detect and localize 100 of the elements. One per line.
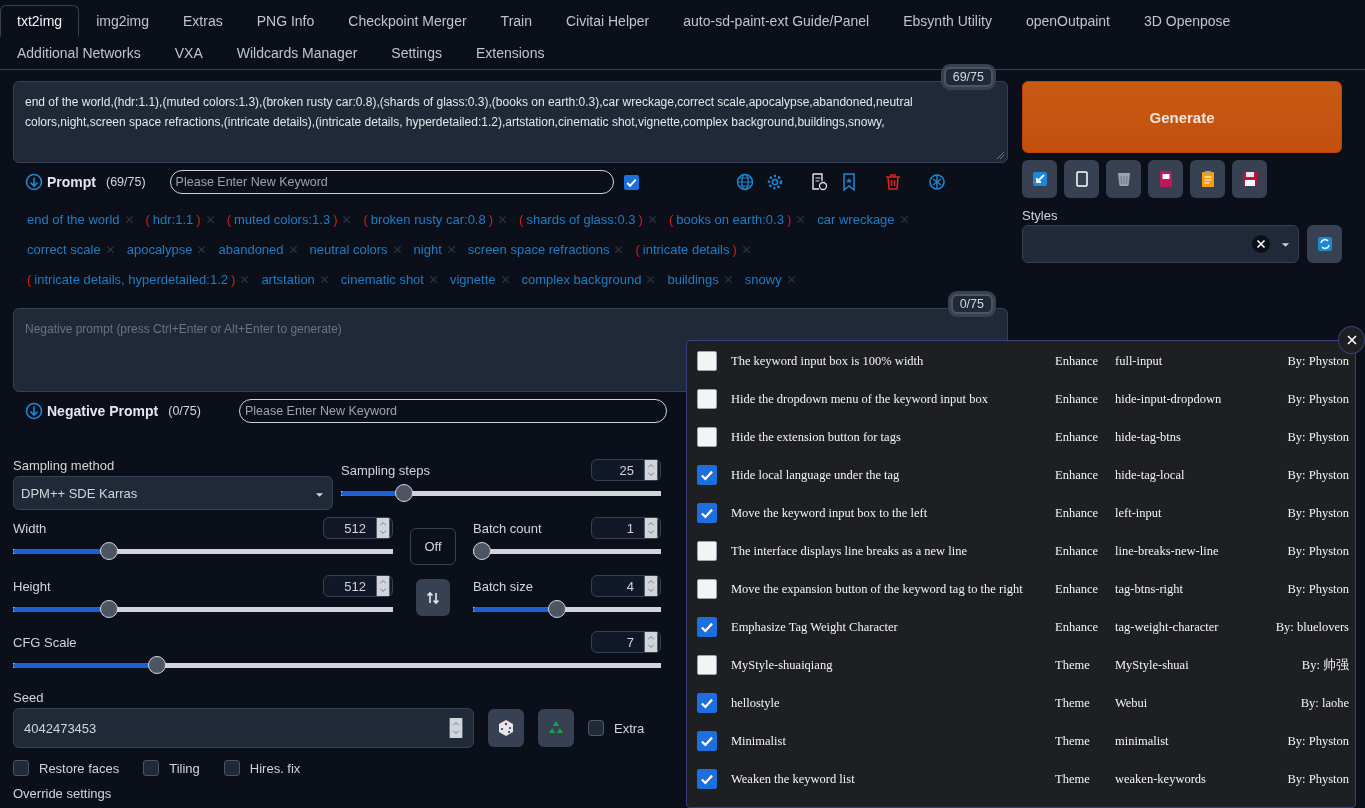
tag-chip[interactable]: vignette xyxy=(449,271,496,287)
toggle-button[interactable]: Off xyxy=(410,528,456,565)
tag-chip[interactable]: hdr:1.1 xyxy=(152,211,194,227)
checkbox[interactable] xyxy=(697,731,717,751)
slider-thumb[interactable] xyxy=(547,600,566,618)
keyword-input[interactable]: Please Enter New Keyword xyxy=(238,399,667,423)
tab[interactable]: 3D Openpose xyxy=(1127,5,1248,37)
tag-chip[interactable]: intricate details, hyperdetailed:1.2 xyxy=(34,271,229,287)
close-button[interactable] xyxy=(1338,326,1365,354)
tab[interactable]: Wildcards Manager xyxy=(219,37,375,69)
checkbox[interactable] xyxy=(697,465,717,485)
spinner-icon[interactable] xyxy=(644,460,658,480)
tag-chip[interactable]: broken rusty car:0.8 xyxy=(370,211,486,227)
checkbox[interactable] xyxy=(697,389,717,409)
checkbox[interactable] xyxy=(697,693,717,713)
globe-icon[interactable] xyxy=(734,172,755,192)
tag-chip[interactable]: intricate details xyxy=(642,241,730,257)
save-button[interactable] xyxy=(1232,160,1267,198)
slider-thumb[interactable] xyxy=(148,656,167,674)
checkbox[interactable] xyxy=(697,503,717,523)
checkbox[interactable] xyxy=(623,174,639,190)
number-input[interactable]: 512 xyxy=(323,575,393,597)
number-input[interactable]: 512 xyxy=(323,517,393,539)
refresh-button[interactable] xyxy=(1307,225,1342,263)
spinner-icon[interactable] xyxy=(376,518,390,538)
checkbox[interactable] xyxy=(697,351,717,371)
checkbox[interactable] xyxy=(13,760,29,776)
resize-grip-icon[interactable] xyxy=(995,150,1005,160)
tag-chip[interactable]: screen space refractions xyxy=(467,241,610,257)
tab[interactable]: txt2img xyxy=(0,5,80,37)
tag-chip[interactable]: books on earth:0.3 xyxy=(676,211,784,227)
slider-thumb[interactable] xyxy=(99,542,118,560)
collapse-icon[interactable] xyxy=(25,402,43,420)
swap-button[interactable] xyxy=(416,579,450,616)
spinner-icon[interactable] xyxy=(644,576,658,596)
tab[interactable]: VXA xyxy=(157,37,220,69)
tag-chip[interactable]: neutral colors xyxy=(309,241,388,257)
generate-button[interactable]: Generate xyxy=(1022,81,1342,153)
number-input[interactable]: 25 xyxy=(591,459,661,481)
slider-thumb[interactable] xyxy=(395,484,414,502)
tab[interactable]: PNG Info xyxy=(239,5,332,37)
number-input[interactable]: 7 xyxy=(591,631,661,653)
paren: ) xyxy=(786,211,792,227)
tag-chip[interactable]: muted colors:1.3 xyxy=(234,211,331,227)
tag-chip[interactable]: snowy xyxy=(744,271,782,287)
tab[interactable]: Extensions xyxy=(458,37,562,69)
number-input[interactable]: 1 xyxy=(591,517,661,539)
note-button[interactable] xyxy=(1148,160,1183,198)
spinner-icon[interactable] xyxy=(644,518,658,538)
tab[interactable]: auto-sd-paint-ext Guide/Panel xyxy=(666,5,887,37)
tab[interactable]: Extras xyxy=(166,5,240,37)
option-description: Hide the extension button for tags xyxy=(731,429,902,445)
keyword-input[interactable]: Please Enter New Keyword xyxy=(169,170,614,194)
prompt-field[interactable]: end of the world,(hdr:1.1),(muted colors:1.3),(broken rusty car:0.8),(shards of glass:0.3),(books on earth:0.3),car wreckage,correct scale,apocalypse,abandoned,neutral colors,night,screen space refractions,(intricate details),(intricate details, hyperdetailed:1.2),artstation,cinematic shot,vignette,complex background,buildings,snowy, xyxy=(13,81,1008,163)
tab[interactable]: img2img xyxy=(79,5,167,37)
checkbox[interactable] xyxy=(143,760,160,776)
sampling-method-dropdown[interactable]: DPM++ SDE Karras xyxy=(13,476,333,510)
spinner-icon[interactable] xyxy=(644,632,658,652)
spinner-icon[interactable] xyxy=(376,576,390,596)
checkbox[interactable] xyxy=(697,541,717,561)
tag-chip[interactable]: night xyxy=(413,241,442,257)
seed-input[interactable]: 4042473453 xyxy=(13,708,474,748)
trash-button[interactable] xyxy=(1106,160,1141,198)
checkbox[interactable] xyxy=(697,427,717,447)
tag-chip[interactable]: cinematic shot xyxy=(340,271,424,287)
recycle-button[interactable] xyxy=(538,709,574,747)
tag-chip[interactable]: buildings xyxy=(667,271,719,287)
tag-chip[interactable]: car wreckage xyxy=(817,211,895,227)
slider-thumb[interactable] xyxy=(99,600,118,618)
tag-chip[interactable]: apocalypse xyxy=(126,241,193,257)
checkbox[interactable] xyxy=(697,655,717,675)
checkbox[interactable] xyxy=(697,579,717,599)
tag-chip[interactable]: shards of glass:0.3 xyxy=(526,211,636,227)
checkbox[interactable] xyxy=(697,769,717,789)
slider-thumb[interactable] xyxy=(473,542,491,560)
tag-chip[interactable]: artstation xyxy=(261,271,315,287)
knot-icon[interactable] xyxy=(926,172,947,192)
tab[interactable]: Checkpoint Merger xyxy=(331,5,484,37)
checkbox[interactable] xyxy=(697,617,717,637)
tab[interactable]: Civitai Helper xyxy=(549,5,667,37)
checkbox[interactable] xyxy=(588,720,604,736)
number-input[interactable]: 4 xyxy=(591,575,661,597)
clear-icon[interactable] xyxy=(1251,234,1272,254)
checkbox[interactable] xyxy=(223,760,240,776)
option-type: Theme xyxy=(1055,771,1091,787)
dice-button[interactable] xyxy=(488,709,524,747)
tab[interactable]: openOutpaint xyxy=(1008,5,1127,37)
tag-chip[interactable]: end of the world xyxy=(27,211,120,227)
tab[interactable]: Settings xyxy=(374,37,459,69)
clipboard-button[interactable] xyxy=(1190,160,1225,198)
spinner-icon[interactable] xyxy=(449,718,463,738)
tab[interactable]: Train xyxy=(483,5,549,37)
tag-chip[interactable]: correct scale xyxy=(27,241,101,257)
tag-chip[interactable]: abandoned xyxy=(218,241,284,257)
tag-chip[interactable]: complex background xyxy=(521,271,642,287)
collapse-icon[interactable] xyxy=(25,173,43,191)
tab[interactable]: Additional Networks xyxy=(0,37,158,69)
arrow-button[interactable] xyxy=(1022,160,1057,198)
clipboard-button[interactable] xyxy=(1064,160,1099,198)
tab[interactable]: Ebsynth Utility xyxy=(886,5,1009,37)
